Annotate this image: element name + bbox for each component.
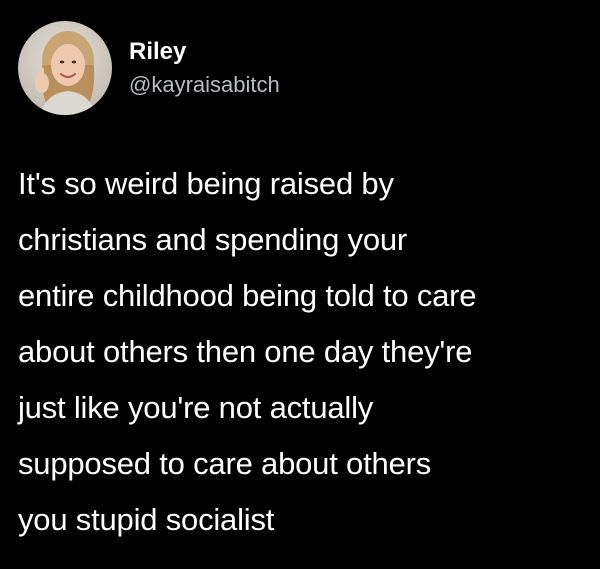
tweet-text-line: you stupid socialist	[18, 502, 275, 537]
profile-photo-avatar-icon	[18, 21, 112, 115]
tweet-header: Riley @kayraisabitch	[18, 20, 280, 116]
tweet-text-line: It's so weird being raised by	[18, 166, 394, 201]
tweet-text-line: about others then one day they're	[18, 334, 473, 369]
tweet-card: Riley @kayraisabitch It's so weird being…	[0, 0, 600, 569]
display-name[interactable]: Riley	[129, 37, 280, 67]
tweet-text-line: just like you're not actually	[18, 390, 374, 425]
avatar[interactable]	[18, 21, 112, 115]
user-handle[interactable]: @kayraisabitch	[129, 71, 280, 99]
tweet-text-line: entire childhood being told to care	[18, 278, 477, 313]
tweet-text-line: christians and spending your	[18, 222, 408, 257]
tweet-body: It's so weird being raised by christians…	[18, 156, 598, 548]
tweet-text-line: supposed to care about others	[18, 446, 431, 481]
author-names: Riley @kayraisabitch	[129, 37, 280, 99]
